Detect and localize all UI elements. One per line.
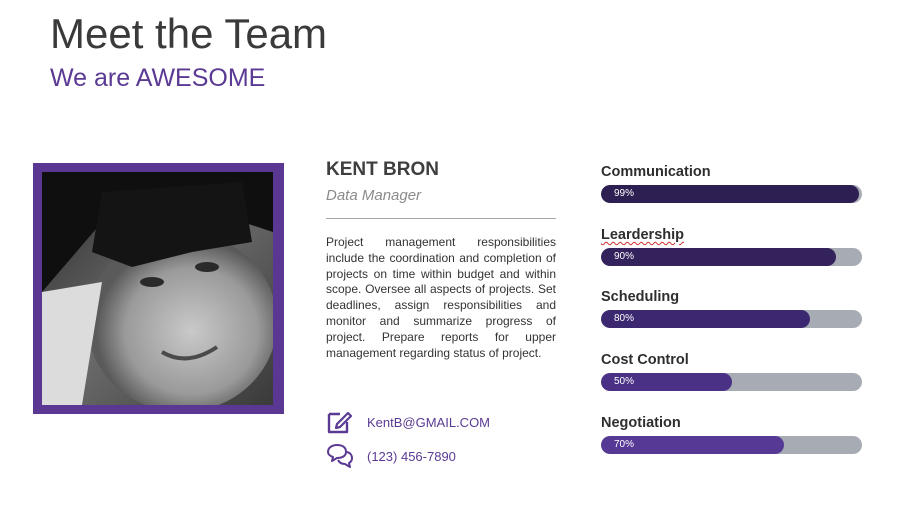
skill-progress-fill xyxy=(601,248,836,266)
profile-bio: Project management responsibilities incl… xyxy=(326,235,556,360)
skill-label: Cost Control xyxy=(601,352,689,368)
edit-icon xyxy=(327,411,353,434)
profile-name: KENT BRON xyxy=(326,159,439,180)
skill-item: Negotiation 70% xyxy=(601,414,863,454)
skill-progress-track: 99% xyxy=(601,185,862,203)
skill-label: Communication xyxy=(601,164,711,180)
skill-progress-track: 90% xyxy=(601,248,862,266)
skill-percent: 90% xyxy=(614,251,635,262)
skill-label: Leardership xyxy=(601,227,684,243)
page-title: Meet the Team xyxy=(50,10,328,57)
profile-role: Data Manager xyxy=(326,187,422,204)
skill-progress-track: 50% xyxy=(601,373,862,391)
skill-label: Negotiation xyxy=(601,415,681,431)
skill-progress-track: 70% xyxy=(601,436,862,454)
skill-percent: 50% xyxy=(614,376,635,387)
skill-item: Scheduling 80% xyxy=(601,288,863,328)
skill-label: Scheduling xyxy=(601,289,680,305)
skill-progress-fill xyxy=(601,185,860,203)
skill-percent: 99% xyxy=(614,188,635,199)
photo-frame xyxy=(33,163,284,414)
skill-item: Cost Control 50% xyxy=(601,351,863,391)
divider xyxy=(326,218,556,219)
profile-photo xyxy=(42,172,273,405)
chat-bubbles-icon xyxy=(327,444,353,468)
page-subtitle: We are AWESOME xyxy=(50,64,266,92)
phone-row[interactable]: (123) 456-7890 xyxy=(326,443,456,469)
skill-percent: 80% xyxy=(614,313,635,324)
email-row[interactable]: KentB@GMAIL.COM xyxy=(326,409,490,435)
phone-number[interactable]: (123) 456-7890 xyxy=(367,449,456,464)
email-link[interactable]: KentB@GMAIL.COM xyxy=(367,415,490,430)
skill-percent: 70% xyxy=(614,439,635,450)
skill-item: Leardership 90% xyxy=(601,226,863,266)
skill-progress-track: 80% xyxy=(601,310,862,328)
skill-item: Communication 99% xyxy=(601,163,863,203)
